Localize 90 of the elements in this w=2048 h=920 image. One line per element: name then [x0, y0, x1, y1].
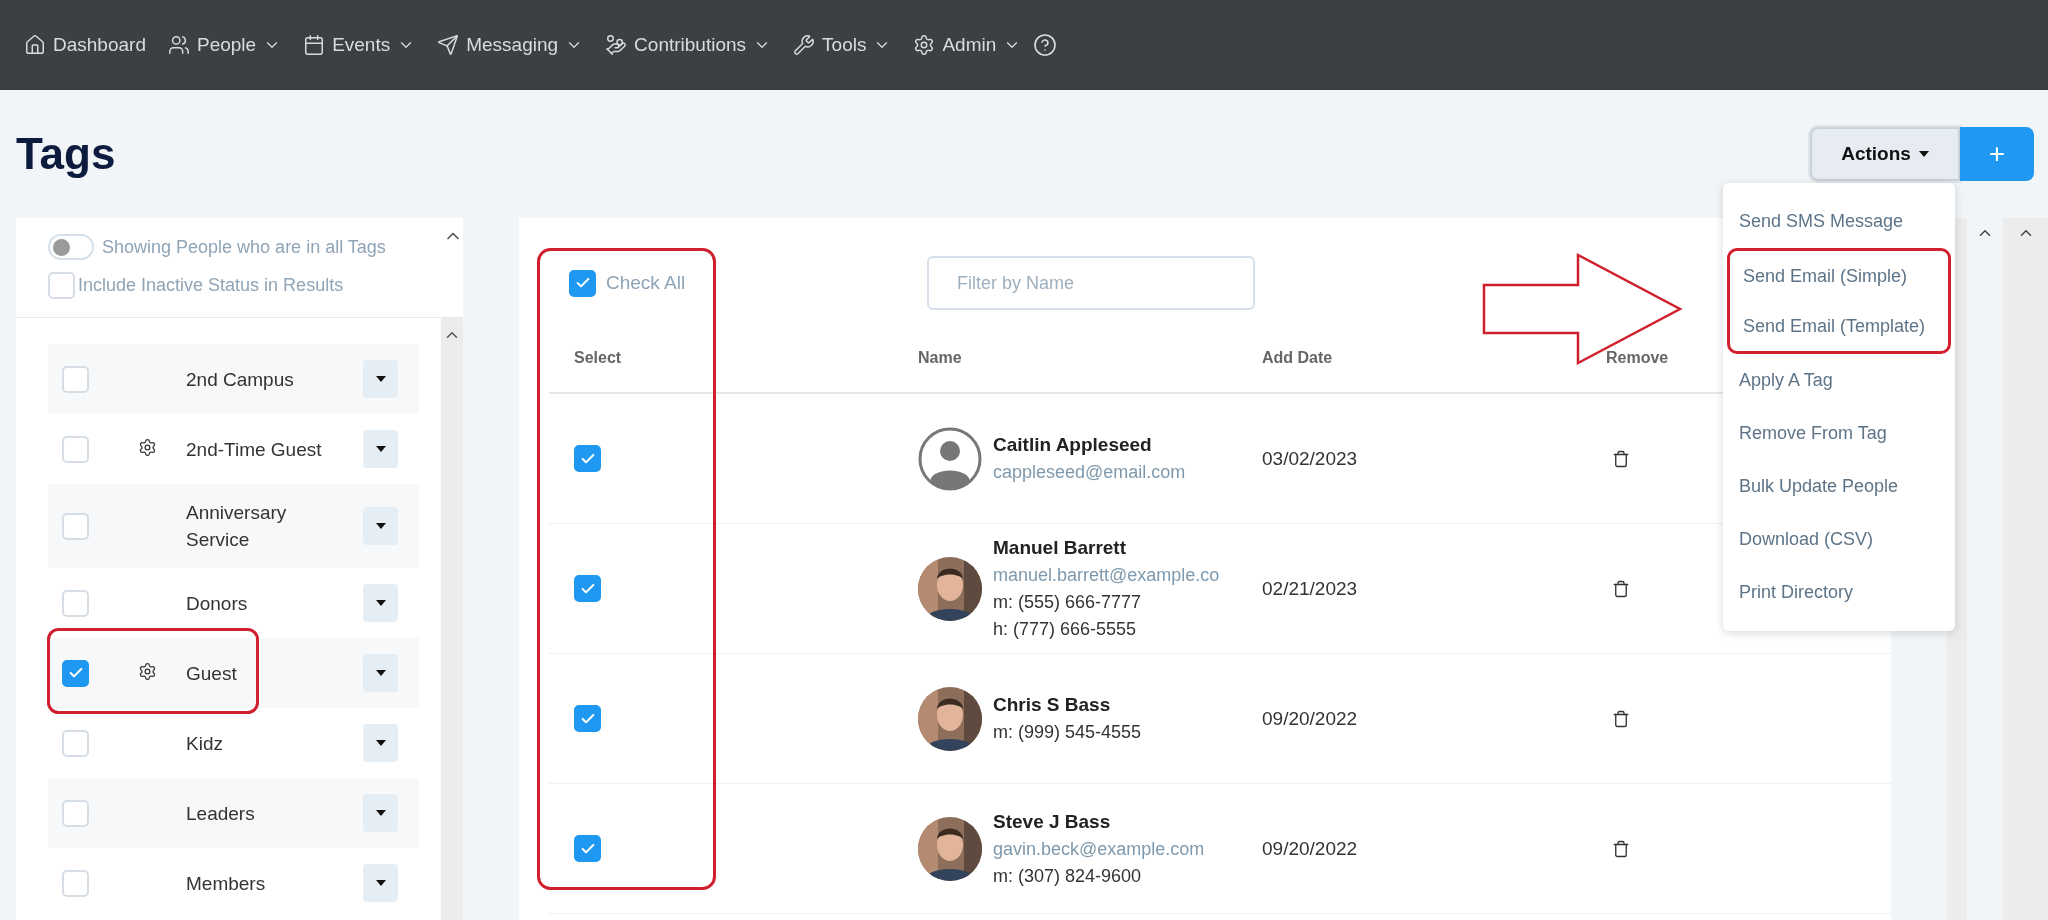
menu-item[interactable]: Send SMS Message: [1723, 195, 1955, 248]
checkbox[interactable]: [574, 575, 601, 602]
person-name: Caitlin Appleseed: [993, 434, 1153, 456]
tag-label: Members: [186, 871, 267, 896]
add-date: 09/20/2022: [1262, 707, 1358, 730]
nav-link[interactable]: Messaging: [427, 28, 594, 62]
nav-link[interactable]: Dashboard: [14, 28, 156, 62]
nav-link[interactable]: Admin: [903, 28, 1032, 62]
menu-item[interactable]: Send Email (Simple): [1730, 251, 1948, 301]
gear-icon: [913, 34, 936, 56]
checkbox[interactable]: [574, 705, 601, 732]
menu-item[interactable]: Download (CSV): [1723, 513, 1955, 566]
trash-icon[interactable]: [1612, 449, 1630, 468]
column-header: Remove: [1606, 349, 1669, 367]
dropdown-button[interactable]: [363, 507, 398, 545]
nav-link[interactable]: Contributions: [595, 28, 782, 62]
tag-row[interactable]: Anniversary Service: [48, 484, 419, 568]
phone-text: m: (307) 824-9600: [993, 865, 1143, 887]
tag-label: 2nd Campus: [186, 367, 295, 392]
checkbox-label: Include Inactive Status in Results: [78, 275, 344, 296]
caret-icon: [375, 670, 386, 676]
hand-coin-icon: [605, 34, 628, 56]
checkbox-label: Check All: [606, 272, 686, 294]
help-icon[interactable]: [1033, 33, 1058, 57]
column-header: Select: [574, 349, 622, 367]
column-header: Name: [918, 349, 962, 367]
column-header: Add Date: [1262, 349, 1333, 367]
tag-label: Guest: [186, 661, 238, 686]
person-name: Steve J Bass: [993, 810, 1112, 833]
checkbox[interactable]: [574, 835, 601, 862]
email-text: cappleseed@email.com: [993, 462, 1186, 483]
house-icon: [24, 34, 46, 56]
add-date: 09/20/2022: [1262, 837, 1358, 860]
people-icon: [167, 34, 190, 56]
caret-icon: [375, 880, 386, 886]
toggle-label: Showing People who are in all Tags: [102, 236, 386, 258]
dropdown-button[interactable]: [363, 360, 398, 398]
person-name: Manuel Barrett: [993, 537, 1128, 559]
menu-item[interactable]: Print Directory: [1723, 566, 1955, 619]
tag-row[interactable]: Guest: [48, 638, 419, 708]
nav-link[interactable]: Events: [293, 28, 426, 62]
menu-item[interactable]: Bulk Update People: [1723, 460, 1955, 513]
person-name: Chris S Bass: [993, 694, 1112, 716]
add-date: 03/02/2023: [1262, 447, 1358, 470]
tag-label: Donors: [186, 591, 249, 616]
menu-item[interactable]: Apply A Tag: [1723, 354, 1955, 407]
page-title: Tags: [16, 129, 116, 179]
checkbox[interactable]: [574, 445, 601, 472]
actions-button[interactable]: Actions: [1810, 127, 1960, 181]
tag-row[interactable]: 2nd Campus: [48, 344, 419, 414]
dropdown-button[interactable]: [363, 654, 398, 692]
filter-field[interactable]: Filter by Name: [927, 256, 1255, 310]
caret-icon: [375, 446, 386, 452]
tag-row[interactable]: Leaders: [48, 778, 419, 848]
menu-item[interactable]: Remove From Tag: [1723, 407, 1955, 460]
checkbox[interactable]: [62, 659, 89, 687]
phone-text: m: (999) 545-4555: [993, 722, 1142, 743]
caret-icon: [375, 810, 386, 816]
nav-link[interactable]: People: [157, 28, 292, 62]
dropdown-button[interactable]: [363, 864, 398, 902]
checkbox[interactable]: [569, 269, 596, 297]
dropdown-button[interactable]: [363, 794, 398, 832]
tag-label: Leaders: [186, 801, 256, 826]
dropdown-button[interactable]: [363, 724, 398, 762]
trash-icon[interactable]: [1612, 839, 1630, 858]
caret-icon: [375, 523, 386, 529]
wrench-icon: [793, 34, 816, 56]
tag-label: Anniversary Service: [186, 501, 288, 552]
tag-label: 2nd-Time Guest: [186, 437, 323, 462]
trash-icon[interactable]: [1612, 709, 1630, 728]
caret-icon: [1918, 151, 1929, 157]
tag-label: Kidz: [186, 731, 224, 756]
menu-item[interactable]: Send Email (Template): [1730, 301, 1948, 351]
caret-icon: [375, 740, 386, 746]
gear-icon[interactable]: [138, 437, 157, 457]
add-date: 02/21/2023: [1262, 577, 1358, 600]
phone-text: h: (777) 666-5555: [993, 619, 1138, 640]
caret-icon: [375, 376, 386, 382]
trash-icon[interactable]: [1612, 579, 1630, 598]
gear-icon[interactable]: [138, 661, 157, 681]
toggle-switch[interactable]: [48, 234, 94, 260]
dropdown-button[interactable]: [363, 584, 398, 622]
paper-plane-icon: [437, 34, 460, 56]
phone-text: m: (555) 666-7777: [993, 592, 1143, 613]
email-text: manuel.barrett@example.co: [993, 565, 1220, 586]
dropdown-button[interactable]: [363, 430, 398, 468]
email-text: gavin.beck@example.com: [993, 838, 1205, 860]
nav-link[interactable]: Tools: [783, 28, 902, 62]
calendar-icon: [303, 34, 326, 56]
caret-icon: [375, 600, 386, 606]
